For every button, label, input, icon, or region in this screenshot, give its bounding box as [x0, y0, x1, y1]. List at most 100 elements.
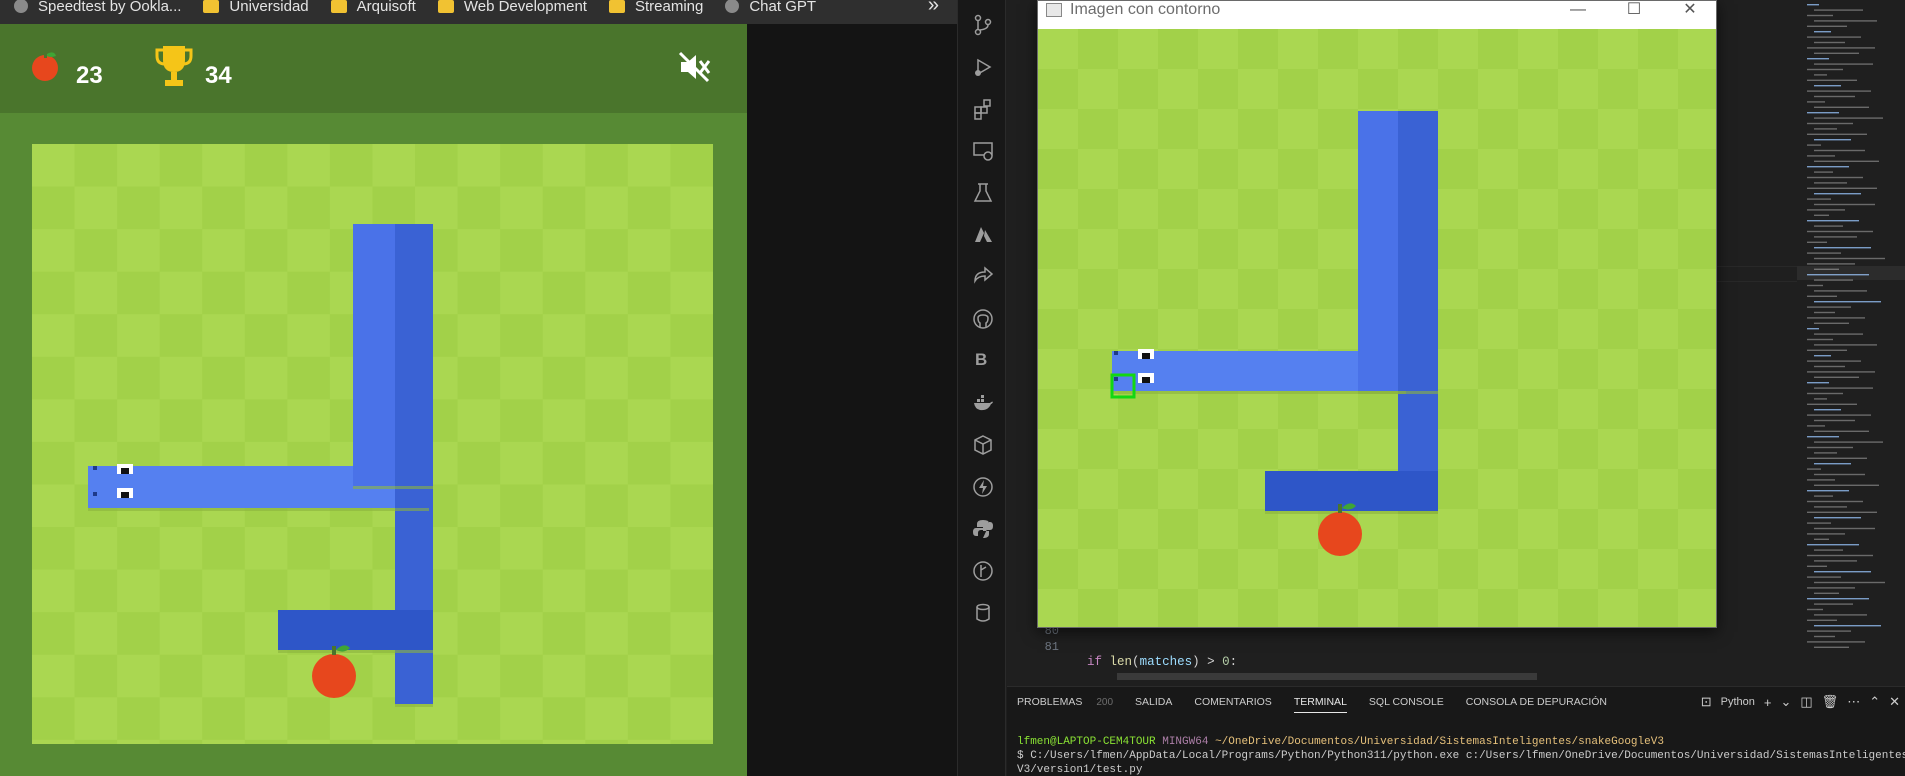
grass-tile: [542, 314, 586, 358]
close-panel-icon[interactable]: ✕: [1889, 694, 1900, 710]
minimap-line: [1807, 176, 1863, 179]
grass-tile: [1638, 29, 1679, 70]
docker-icon[interactable]: [972, 392, 994, 414]
grass-tile: [627, 314, 671, 358]
grass-tile: [627, 527, 671, 571]
minimap-line: [1807, 608, 1823, 611]
grass-tile: [287, 229, 331, 273]
github-icon[interactable]: [972, 308, 994, 330]
grass-tile: [1038, 29, 1079, 70]
terminal-command-line: $ C:/Users/lfmen/AppData/Local/Programs/…: [1017, 750, 1905, 762]
minimap-line: [1807, 198, 1831, 200]
bookmarks-overflow-button[interactable]: »: [928, 0, 939, 17]
grass-tile: [329, 186, 373, 230]
grass-tile: [1038, 349, 1079, 390]
minimap-line: [1814, 322, 1849, 324]
browser-window: Speedtest by Ookla... Universidad Arquis…: [0, 0, 957, 776]
close-button[interactable]: ✕: [1662, 1, 1718, 21]
grass-tile: [1198, 389, 1239, 430]
grass-tile: [542, 484, 586, 528]
minimap[interactable]: [1797, 0, 1905, 686]
grass-tile: [1198, 589, 1239, 627]
grass-tile: [415, 186, 459, 230]
grass-tile: [1158, 469, 1199, 510]
grass-tile: [542, 612, 586, 656]
thunder-client-icon[interactable]: [972, 476, 994, 498]
azure-icon[interactable]: [972, 224, 994, 246]
tab-comentarios[interactable]: COMENTARIOS: [1194, 687, 1271, 717]
minimap-line: [1814, 193, 1861, 195]
folder-icon: [330, 0, 347, 13]
grass-tile: [1158, 309, 1199, 350]
mute-icon[interactable]: [677, 50, 711, 84]
tab-problemas[interactable]: PROBLEMAS 200: [1017, 687, 1113, 717]
minimap-line: [1807, 4, 1819, 6]
trash-icon[interactable]: 🗑: [1822, 694, 1839, 710]
grass-tile: [1158, 549, 1199, 590]
terminal-profile-label[interactable]: Python: [1721, 696, 1755, 708]
split-terminal-icon[interactable]: ◫: [1800, 694, 1812, 710]
horizontal-scrollbar[interactable]: [1117, 673, 1537, 680]
grass-tile: [542, 229, 586, 273]
grass-tile: [1278, 69, 1319, 110]
git-graph-icon[interactable]: [972, 560, 994, 582]
grass-tile: [1518, 189, 1559, 230]
grass-tile: [1038, 589, 1079, 627]
bookmark-universidad[interactable]: Universidad: [203, 0, 309, 15]
python-icon[interactable]: [972, 518, 994, 540]
maximize-panel-icon[interactable]: ⌃: [1869, 694, 1880, 710]
bookmark-label: Arquisoft: [356, 0, 416, 15]
opencv-title-bar[interactable]: Imagen con contorno — ☐ ✕: [1038, 1, 1716, 29]
bootstrap-icon[interactable]: B: [975, 350, 987, 370]
grass-tile: [74, 739, 118, 744]
grass-tile: [1118, 389, 1159, 430]
minimize-button[interactable]: —: [1550, 1, 1606, 21]
grass-tile: [670, 569, 713, 613]
minimap-line: [1814, 290, 1867, 292]
grass-tile: [1318, 229, 1359, 270]
testing-icon[interactable]: [972, 182, 994, 204]
game-board[interactable]: [32, 144, 713, 744]
grass-tile: [457, 441, 501, 485]
grass-tile: [542, 527, 586, 571]
grass-tile: [670, 229, 713, 273]
bookmark-speedtest[interactable]: Speedtest by Ookla...: [14, 0, 181, 15]
snake-pupil: [121, 468, 129, 474]
remote-explorer-icon[interactable]: [972, 140, 994, 162]
tab-terminal[interactable]: TERMINAL: [1293, 687, 1348, 717]
grass-tile: [1558, 509, 1599, 550]
bookmark-streaming[interactable]: Streaming: [608, 0, 703, 15]
grass-tile: [202, 697, 246, 741]
tab-sql-console[interactable]: SQL CONSOLE: [1369, 687, 1444, 717]
minimap-line: [1814, 484, 1879, 486]
bookmark-arquisoft[interactable]: Arquisoft: [330, 0, 416, 15]
minimap-line: [1814, 95, 1855, 98]
grass-tile: [32, 527, 76, 571]
grass-tile: [244, 399, 288, 443]
grass-tile: [1438, 189, 1479, 230]
maximize-button[interactable]: ☐: [1606, 1, 1662, 21]
cube-icon[interactable]: [972, 434, 994, 456]
run-debug-icon[interactable]: [972, 56, 994, 78]
terminal-output[interactable]: lfmen@LAPTOP-CEM4TOUR MINGW64 ~/OneDrive…: [1017, 735, 1905, 776]
new-terminal-icon[interactable]: +: [1764, 695, 1772, 710]
more-actions-icon[interactable]: ⋯: [1847, 694, 1860, 710]
tab-salida[interactable]: SALIDA: [1135, 687, 1172, 717]
database-icon[interactable]: [972, 602, 994, 624]
source-control-icon[interactable]: [972, 14, 994, 36]
bookmark-web-development[interactable]: Web Development: [437, 0, 587, 15]
tab-consola-depuracion[interactable]: CONSOLA DE DEPURACIÓN: [1466, 687, 1607, 717]
grass-tile: [670, 739, 713, 744]
grass-tile: [74, 356, 118, 400]
opencv-window[interactable]: Imagen con contorno — ☐ ✕: [1037, 0, 1717, 628]
bookmark-chat-gpt[interactable]: Chat GPT: [725, 0, 816, 15]
extensions-icon[interactable]: [972, 98, 994, 120]
minimap-line: [1807, 101, 1825, 103]
apple-icon: [32, 51, 58, 81]
grass-tile: [1238, 549, 1279, 590]
live-share-icon[interactable]: [972, 266, 994, 288]
folder-icon: [437, 0, 454, 13]
terminal-dropdown-icon[interactable]: ⌄: [1780, 694, 1791, 710]
grass-tile: [244, 186, 288, 230]
grass-tile: [1518, 229, 1559, 270]
